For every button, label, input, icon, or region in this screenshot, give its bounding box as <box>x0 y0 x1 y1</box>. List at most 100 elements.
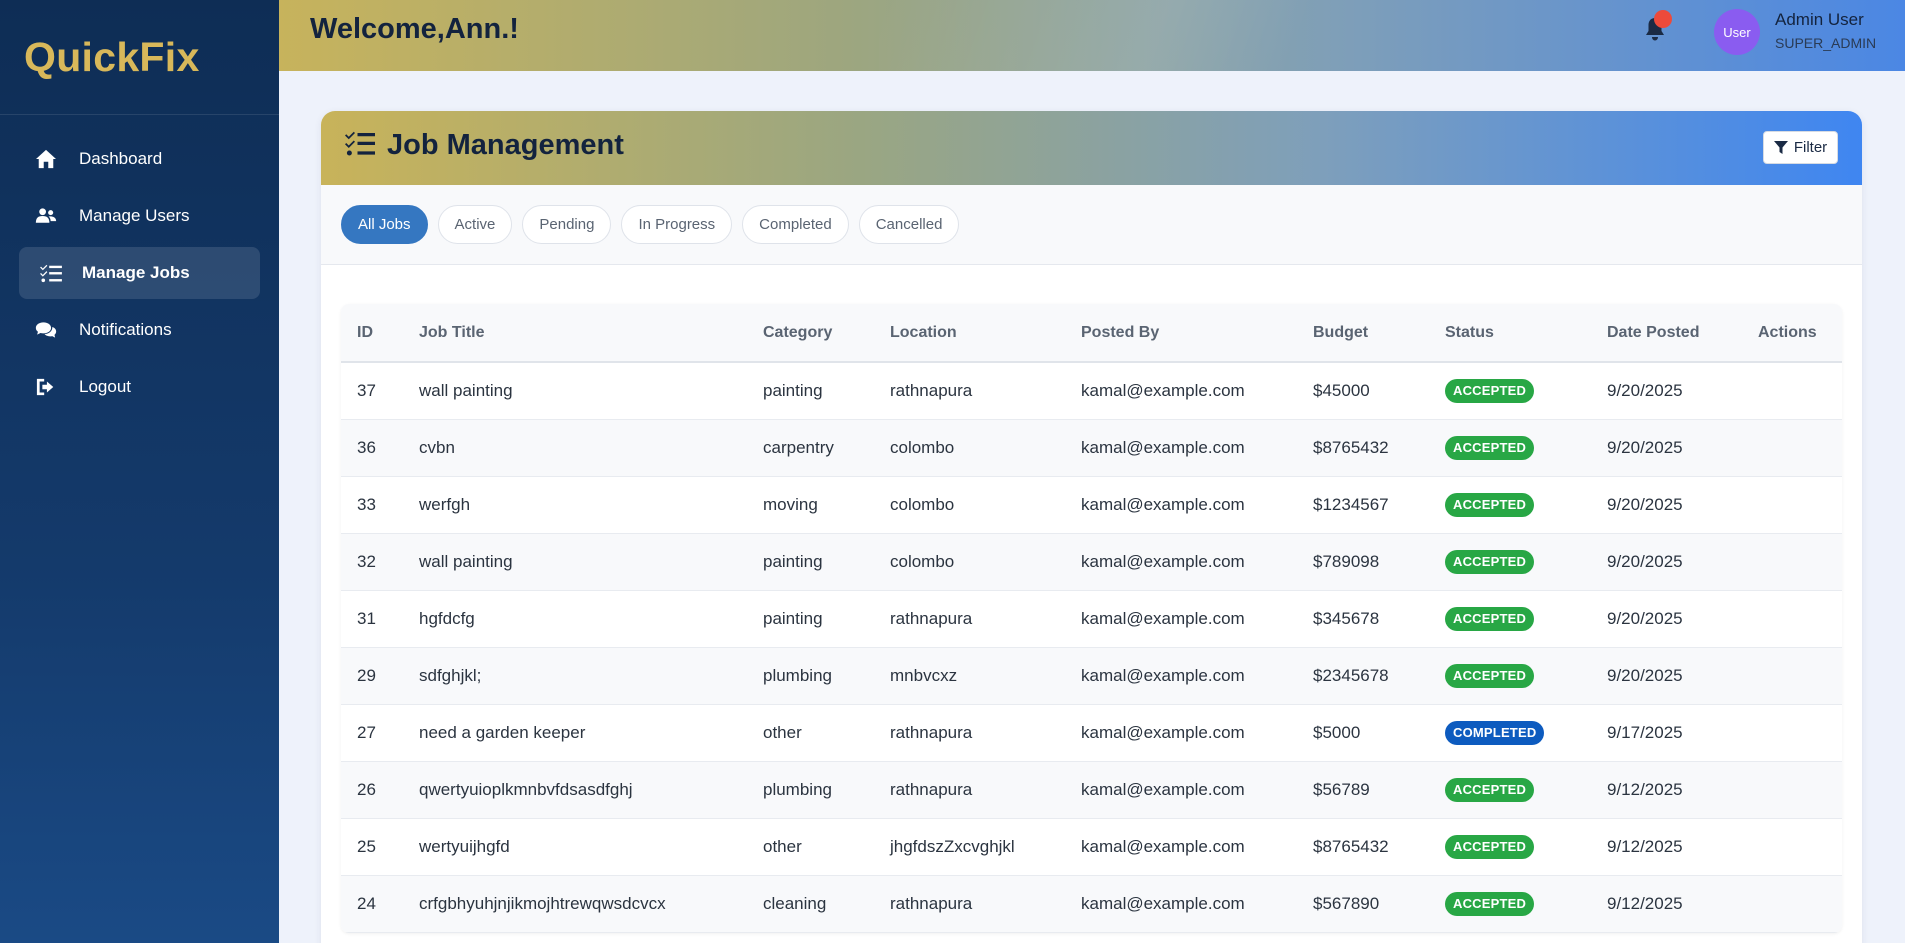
cell-category: painting <box>763 608 823 628</box>
page-title: Job Management <box>387 129 624 161</box>
cell-posted-by: kamal@example.com <box>1081 551 1245 571</box>
cell-location: rathnapura <box>890 722 973 742</box>
column-header-id[interactable]: ID <box>341 304 403 363</box>
cell-job-title: crfgbhyuhjnjikmojhtrewqwsdcvcx <box>419 893 666 913</box>
cell-date-posted: 9/12/2025 <box>1607 893 1683 913</box>
cell-posted-by: kamal@example.com <box>1081 893 1245 913</box>
table-row[interactable]: 37 wall painting painting rathnapura kam… <box>341 362 1842 419</box>
table-row[interactable]: 26 qwertyuioplkmnbvfdsasdfghj plumbing r… <box>341 761 1842 818</box>
filter-icon <box>1773 140 1788 154</box>
job-management-card: Job Management Filter All Jobs Active Pe… <box>321 111 1862 943</box>
cell-actions <box>1742 818 1842 875</box>
cell-posted-by: kamal@example.com <box>1081 608 1245 628</box>
column-header-status[interactable]: Status <box>1429 304 1591 363</box>
table-row[interactable]: 27 need a garden keeper other rathnapura… <box>341 704 1842 761</box>
table-row[interactable]: 36 cvbn carpentry colombo kamal@example.… <box>341 419 1842 476</box>
sidebar-nav: Dashboard Manage Users Manage Jobs Notif… <box>0 115 279 413</box>
cell-budget: $2345678 <box>1313 665 1389 685</box>
jobs-table-container: ID Job Title Category Location Posted By… <box>341 304 1842 933</box>
cell-posted-by: kamal@example.com <box>1081 836 1245 856</box>
cell-location: jhgfdszZxcvghjkl <box>890 836 1015 856</box>
user-name: Admin User <box>1775 10 1864 29</box>
column-header-category[interactable]: Category <box>747 304 874 363</box>
tab-pending[interactable]: Pending <box>522 205 612 244</box>
bell-icon <box>1644 18 1666 46</box>
cell-posted-by: kamal@example.com <box>1081 494 1245 514</box>
cell-category: moving <box>763 494 818 514</box>
user-role: SUPER_ADMIN <box>1775 35 1877 51</box>
cell-actions <box>1742 419 1842 476</box>
cell-id: 31 <box>357 608 376 628</box>
users-icon <box>33 205 59 227</box>
cell-actions <box>1742 362 1842 419</box>
column-header-actions: Actions <box>1742 304 1842 363</box>
column-header-posted-by[interactable]: Posted By <box>1065 304 1297 363</box>
cell-status: ACCEPTED <box>1429 875 1591 932</box>
cell-category: other <box>763 836 802 856</box>
cell-budget: $8765432 <box>1313 437 1389 457</box>
cell-job-title: qwertyuioplkmnbvfdsasdfghj <box>419 779 633 799</box>
sidebar-item-notifications[interactable]: Notifications <box>19 304 260 356</box>
cell-id: 36 <box>357 437 376 457</box>
table-row[interactable]: 25 wertyuijhgfd other jhgfdszZxcvghjkl k… <box>341 818 1842 875</box>
avatar[interactable]: User <box>1714 9 1760 55</box>
cell-posted-by: kamal@example.com <box>1081 722 1245 742</box>
cell-category: carpentry <box>763 437 834 457</box>
table-row[interactable]: 31 hgfdcfg painting rathnapura kamal@exa… <box>341 590 1842 647</box>
table-row[interactable]: 32 wall painting painting colombo kamal@… <box>341 533 1842 590</box>
cell-budget: $56789 <box>1313 779 1370 799</box>
brand-logo[interactable]: QuickFix <box>0 0 279 115</box>
top-header: Welcome,Ann.! User Admin User SUPER_ADMI… <box>279 0 1905 71</box>
cell-location: colombo <box>890 551 955 571</box>
cell-job-title: need a garden keeper <box>419 722 586 742</box>
tab-all-jobs[interactable]: All Jobs <box>341 205 428 244</box>
cell-actions <box>1742 875 1842 932</box>
tasks-icon <box>345 129 375 162</box>
cell-job-title: wertyuijhgfd <box>419 836 510 856</box>
jobs-table: ID Job Title Category Location Posted By… <box>341 304 1842 933</box>
sidebar-item-manage-jobs[interactable]: Manage Jobs <box>19 247 260 299</box>
cell-date-posted: 9/12/2025 <box>1607 779 1683 799</box>
chat-icon <box>33 319 59 341</box>
table-header-row: ID Job Title Category Location Posted By… <box>341 304 1842 363</box>
sidebar-item-dashboard[interactable]: Dashboard <box>19 133 260 185</box>
cell-location: rathnapura <box>890 893 973 913</box>
status-badge: ACCEPTED <box>1445 663 1535 688</box>
cell-status: ACCEPTED <box>1429 647 1591 704</box>
cell-category: painting <box>763 380 823 400</box>
cell-budget: $1234567 <box>1313 494 1389 514</box>
sidebar: QuickFix Dashboard Manage Users Manage J… <box>0 0 279 943</box>
table-row[interactable]: 24 crfgbhyuhjnjikmojhtrewqwsdcvcx cleani… <box>341 875 1842 932</box>
cell-actions <box>1742 647 1842 704</box>
column-header-location[interactable]: Location <box>874 304 1065 363</box>
cell-job-title: werfgh <box>419 494 471 514</box>
sidebar-item-logout[interactable]: Logout <box>19 361 260 413</box>
cell-date-posted: 9/20/2025 <box>1607 551 1683 571</box>
tab-in-progress[interactable]: In Progress <box>621 205 733 244</box>
status-tabs: All Jobs Active Pending In Progress Comp… <box>321 185 1862 265</box>
logout-icon <box>33 376 59 398</box>
table-row[interactable]: 29 sdfghjkl; plumbing mnbvcxz kamal@exam… <box>341 647 1842 704</box>
filter-button[interactable]: Filter <box>1763 131 1838 164</box>
notification-bell-button[interactable] <box>1644 10 1672 42</box>
cell-id: 24 <box>357 893 376 913</box>
sidebar-item-manage-users[interactable]: Manage Users <box>19 190 260 242</box>
cell-job-title: wall painting <box>419 551 513 571</box>
status-badge: ACCEPTED <box>1445 492 1535 517</box>
column-header-date-posted[interactable]: Date Posted <box>1591 304 1742 363</box>
table-row[interactable]: 33 werfgh moving colombo kamal@example.c… <box>341 476 1842 533</box>
cell-category: plumbing <box>763 665 832 685</box>
cell-location: rathnapura <box>890 380 973 400</box>
column-header-budget[interactable]: Budget <box>1297 304 1429 363</box>
cell-category: cleaning <box>763 893 827 913</box>
column-header-job-title[interactable]: Job Title <box>403 304 747 363</box>
tab-cancelled[interactable]: Cancelled <box>858 205 960 244</box>
cell-id: 27 <box>357 722 376 742</box>
cell-budget: $345678 <box>1313 608 1380 628</box>
tab-completed[interactable]: Completed <box>742 205 849 244</box>
cell-id: 37 <box>357 380 376 400</box>
cell-job-title: wall painting <box>419 380 513 400</box>
tab-active[interactable]: Active <box>437 205 513 244</box>
cell-actions <box>1742 704 1842 761</box>
status-badge: ACCEPTED <box>1445 435 1535 460</box>
